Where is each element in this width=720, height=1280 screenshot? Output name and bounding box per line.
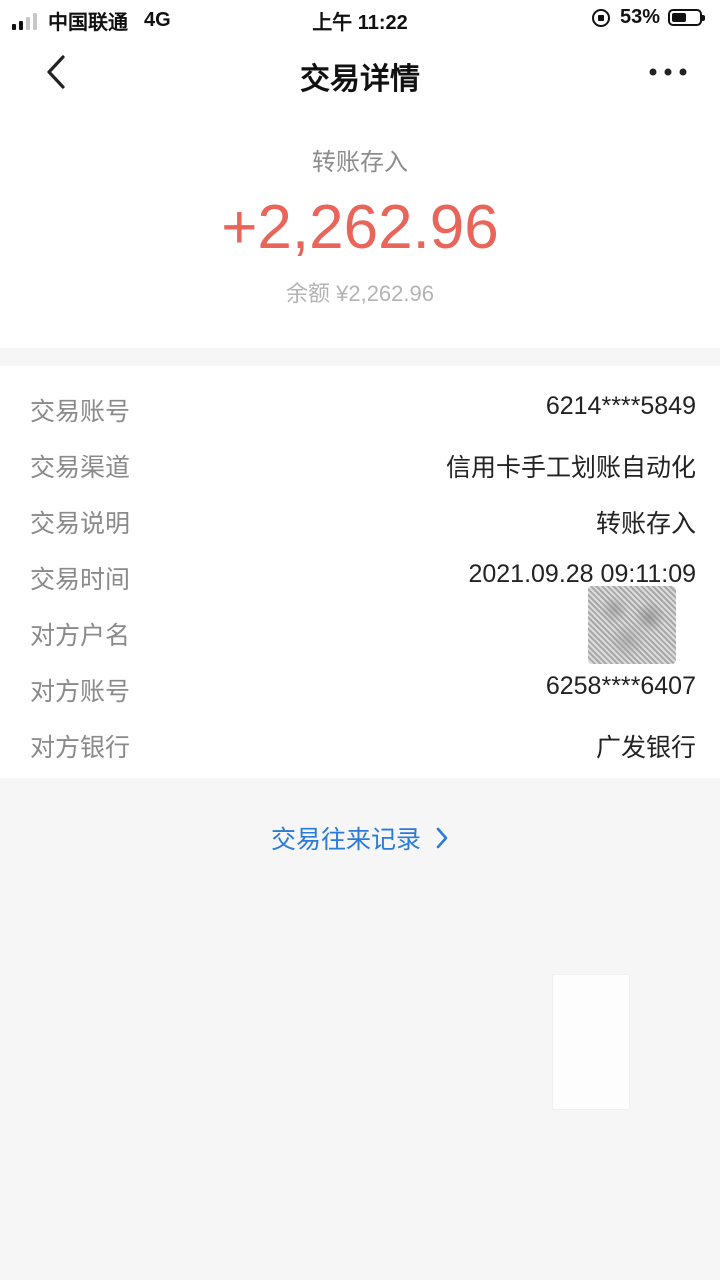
battery-icon <box>668 9 705 26</box>
more-horizontal-icon <box>649 68 687 76</box>
detail-value: 6214****5849 <box>545 392 696 420</box>
detail-row-counterparty-bank: 对方银行 广发银行 <box>0 716 720 772</box>
detail-label: 交易说明 <box>30 510 131 538</box>
detail-value: 2021.09.28 09:11:09 <box>468 560 696 588</box>
transaction-type: 转账存入 <box>312 149 408 176</box>
more-button[interactable] <box>644 50 692 94</box>
page-title: 交易详情 <box>300 63 420 96</box>
detail-label: 交易渠道 <box>30 454 131 482</box>
transaction-history-link[interactable]: 交易往来记录 <box>0 820 720 860</box>
transaction-details: 交易账号 6214****5849 交易渠道 信用卡手工划账自动化 交易说明 转… <box>0 366 720 778</box>
nav-bar: 交易详情 <box>0 36 720 110</box>
status-right: 53% <box>591 6 705 29</box>
battery-percent: 53% <box>619 6 660 28</box>
detail-value: 信用卡手工划账自动化 <box>445 454 696 482</box>
redacted-patch <box>552 974 630 1110</box>
detail-row-description: 交易说明 转账存入 <box>0 492 720 548</box>
account-balance: 余额 ¥2,262.96 <box>286 281 434 306</box>
detail-row-account: 交易账号 6214****5849 <box>0 380 720 436</box>
status-bar: 中国联通 4G 上午 11:22 53% <box>0 0 720 36</box>
orientation-lock-icon <box>591 8 610 27</box>
chevron-right-icon <box>435 826 449 850</box>
redacted-name-patch <box>588 586 676 664</box>
transaction-history-label: 交易往来记录 <box>270 826 421 854</box>
detail-value: 广发银行 <box>595 734 696 762</box>
transaction-amount: +2,262.96 <box>221 193 499 262</box>
transaction-summary: 转账存入 +2,262.96 余额 ¥2,262.96 <box>0 110 720 348</box>
detail-row-channel: 交易渠道 信用卡手工划账自动化 <box>0 436 720 492</box>
detail-value: 6258****6407 <box>545 672 696 700</box>
detail-label: 对方户名 <box>30 622 131 650</box>
detail-label: 交易时间 <box>30 566 131 594</box>
detail-label: 交易账号 <box>30 398 131 426</box>
detail-value: 转账存入 <box>595 510 696 538</box>
battery-fill <box>672 13 686 22</box>
detail-row-counterparty-account: 对方账号 6258****6407 <box>0 660 720 716</box>
detail-label: 对方账号 <box>30 678 131 706</box>
transaction-history-link-content[interactable]: 交易往来记录 <box>271 820 449 856</box>
detail-label: 对方银行 <box>30 734 131 762</box>
